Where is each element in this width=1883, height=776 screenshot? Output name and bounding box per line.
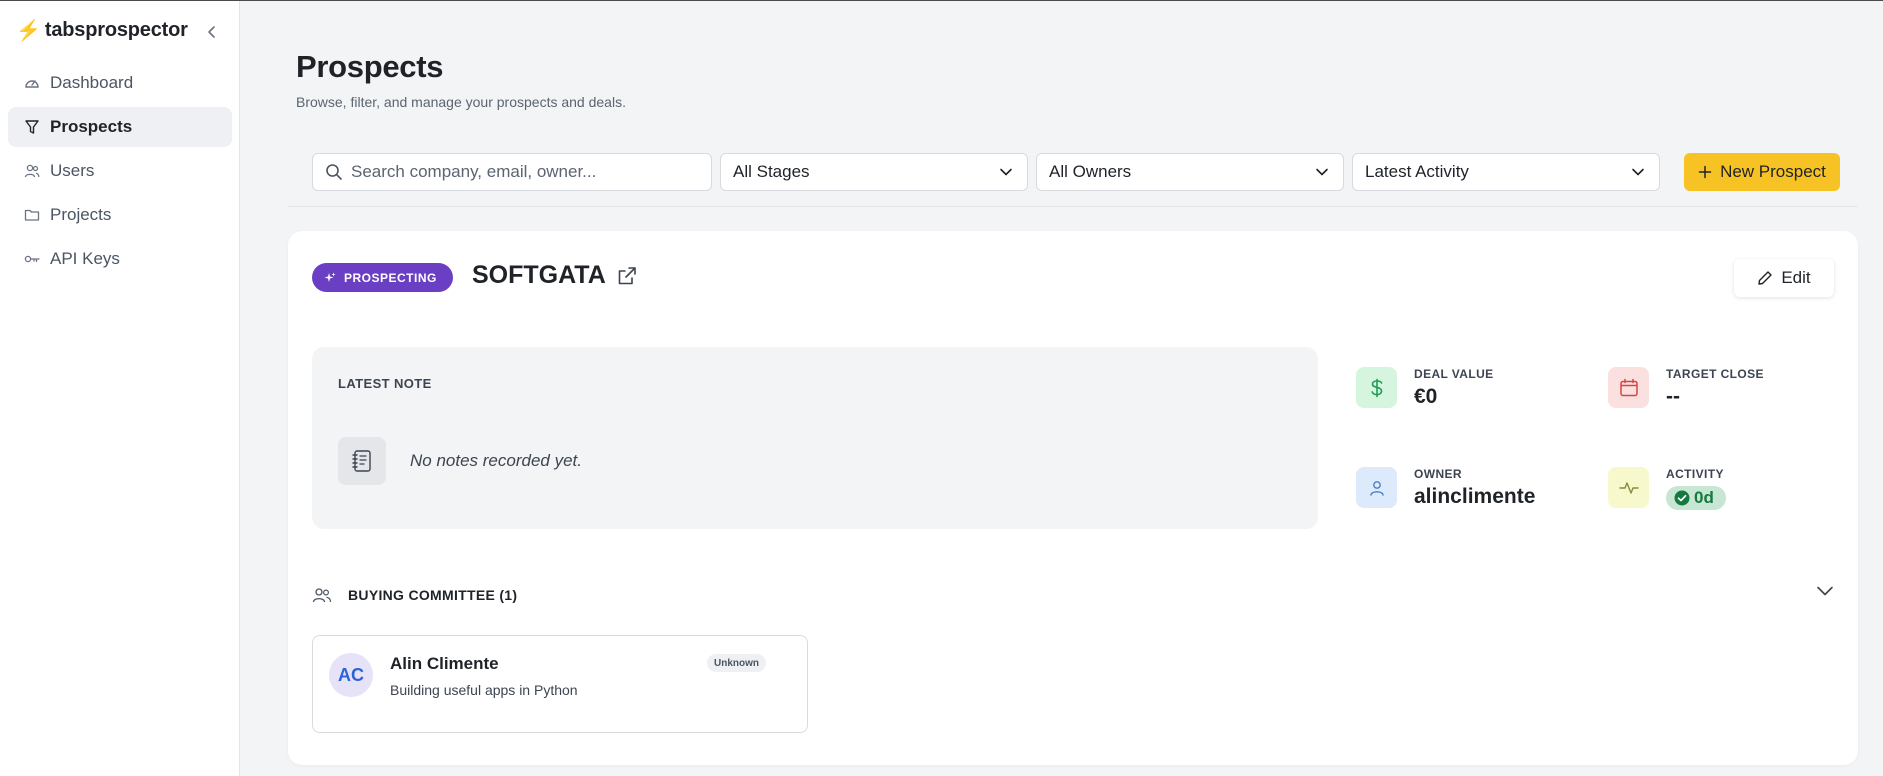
- role-badge: Unknown: [707, 654, 766, 672]
- contact-name: Alin Climente: [390, 654, 499, 673]
- collapse-sidebar-button[interactable]: [203, 23, 221, 41]
- buying-committee-title: BUYING COMMITTEE (1): [348, 587, 518, 603]
- gauge-icon: [24, 75, 40, 91]
- edit-label: Edit: [1781, 268, 1811, 287]
- sort-select[interactable]: Latest Activity: [1352, 153, 1660, 191]
- latest-note-panel: LATEST NOTE No notes recorded yet.: [312, 347, 1318, 529]
- new-prospect-label: New Prospect: [1720, 162, 1826, 181]
- notebook-icon: [338, 437, 386, 485]
- sidebar-item-users[interactable]: Users: [8, 151, 232, 191]
- app-name: tabsprospector: [44, 19, 188, 41]
- activity-badge: 0d: [1666, 486, 1726, 510]
- search-icon: [326, 164, 342, 180]
- contact-title: Building useful apps in Python: [390, 682, 578, 698]
- stage-badge-label: PROSPECTING: [344, 270, 437, 285]
- stage-select-value: All Stages: [733, 162, 810, 181]
- calendar-icon: [1608, 367, 1649, 408]
- edit-button[interactable]: Edit: [1734, 259, 1834, 297]
- owner-label: OWNER: [1414, 467, 1462, 481]
- owner-select[interactable]: All Owners: [1036, 153, 1344, 191]
- chevron-down-icon: [1632, 168, 1644, 176]
- activity-label: ACTIVITY: [1666, 467, 1724, 481]
- deal-value-text: DEAL VALUE €0: [1414, 367, 1494, 409]
- target-close-stat: TARGET CLOSE --: [1608, 367, 1764, 409]
- plus-icon: [1698, 165, 1712, 179]
- brand[interactable]: ⚡ tabsprospector: [16, 19, 188, 42]
- contact-card[interactable]: AC Alin Climente Building useful apps in…: [312, 635, 808, 733]
- target-close-text: TARGET CLOSE --: [1666, 367, 1764, 409]
- sidebar-item-label: Prospects: [50, 117, 133, 136]
- latest-note-label: LATEST NOTE: [338, 376, 432, 391]
- sidebar-item-prospects[interactable]: Prospects: [8, 107, 232, 147]
- external-link-icon[interactable]: [616, 265, 638, 287]
- sidebar-item-dashboard[interactable]: Dashboard: [8, 63, 232, 103]
- page-title: Prospects: [296, 49, 444, 84]
- sidebar-item-projects[interactable]: Projects: [8, 195, 232, 235]
- owner-value: alinclimente: [1414, 485, 1536, 508]
- owner-select-value: All Owners: [1049, 162, 1132, 181]
- pulse-icon: [1608, 467, 1649, 508]
- page-subtitle: Browse, filter, and manage your prospect…: [296, 94, 626, 110]
- company-name: SOFTGATA: [472, 261, 606, 289]
- filter-icon: [24, 119, 40, 135]
- sidebar-item-label: API Keys: [50, 249, 120, 268]
- activity-text: ACTIVITY 0d: [1666, 467, 1726, 511]
- deal-value-label: DEAL VALUE: [1414, 367, 1494, 381]
- user-icon: [1356, 467, 1397, 508]
- chevron-down-icon: [1316, 168, 1328, 176]
- stage-select[interactable]: All Stages: [720, 153, 1028, 191]
- new-prospect-button[interactable]: New Prospect: [1684, 153, 1840, 191]
- sort-select-value: Latest Activity: [1365, 162, 1469, 181]
- dollar-icon: [1356, 367, 1397, 408]
- avatar: AC: [329, 653, 373, 697]
- key-icon: [24, 251, 40, 267]
- buying-committee-toggle[interactable]: BUYING COMMITTEE (1): [312, 583, 1834, 607]
- chevron-down-icon: [1000, 168, 1012, 176]
- pencil-icon: [1758, 271, 1773, 285]
- check-circle-icon: [1674, 490, 1690, 506]
- deal-value-stat: DEAL VALUE €0: [1356, 367, 1494, 409]
- chevron-down-icon: [1817, 586, 1833, 596]
- search-input[interactable]: [351, 162, 691, 182]
- owner-stat: OWNER alinclimente: [1356, 467, 1535, 509]
- sidebar-item-api-keys[interactable]: API Keys: [8, 239, 232, 279]
- target-close-value: --: [1666, 385, 1680, 408]
- search-box[interactable]: [312, 153, 712, 191]
- owner-text: OWNER alinclimente: [1414, 467, 1535, 509]
- stage-badge: PROSPECTING: [312, 263, 453, 292]
- activity-stat: ACTIVITY 0d: [1608, 467, 1726, 511]
- deal-value: €0: [1414, 385, 1438, 408]
- empty-note-text: No notes recorded yet.: [410, 451, 582, 470]
- sidebar-item-label: Projects: [50, 205, 112, 224]
- bolt-icon: ⚡: [16, 19, 41, 42]
- sparkle-icon: [324, 272, 336, 282]
- folder-icon: [24, 207, 40, 223]
- chevron-left-icon: [208, 26, 215, 38]
- target-close-label: TARGET CLOSE: [1666, 367, 1764, 381]
- activity-value: 0d: [1694, 488, 1714, 507]
- filter-toolbar: All Stages All Owners Latest Activity Ne…: [288, 151, 1858, 207]
- company-heading: SOFTGATA: [472, 261, 638, 290]
- sidebar-item-label: Dashboard: [50, 73, 134, 92]
- users-icon: [24, 163, 40, 179]
- sidebar-nav: Dashboard Prospects Users Projects API K…: [8, 63, 232, 283]
- sidebar: ⚡ tabsprospector Dashboard Prospects Use…: [0, 1, 240, 776]
- users-icon: [312, 588, 332, 603]
- prospect-card: PROSPECTING SOFTGATA Edit LATEST NOTE No…: [288, 231, 1858, 765]
- sidebar-item-label: Users: [50, 161, 95, 180]
